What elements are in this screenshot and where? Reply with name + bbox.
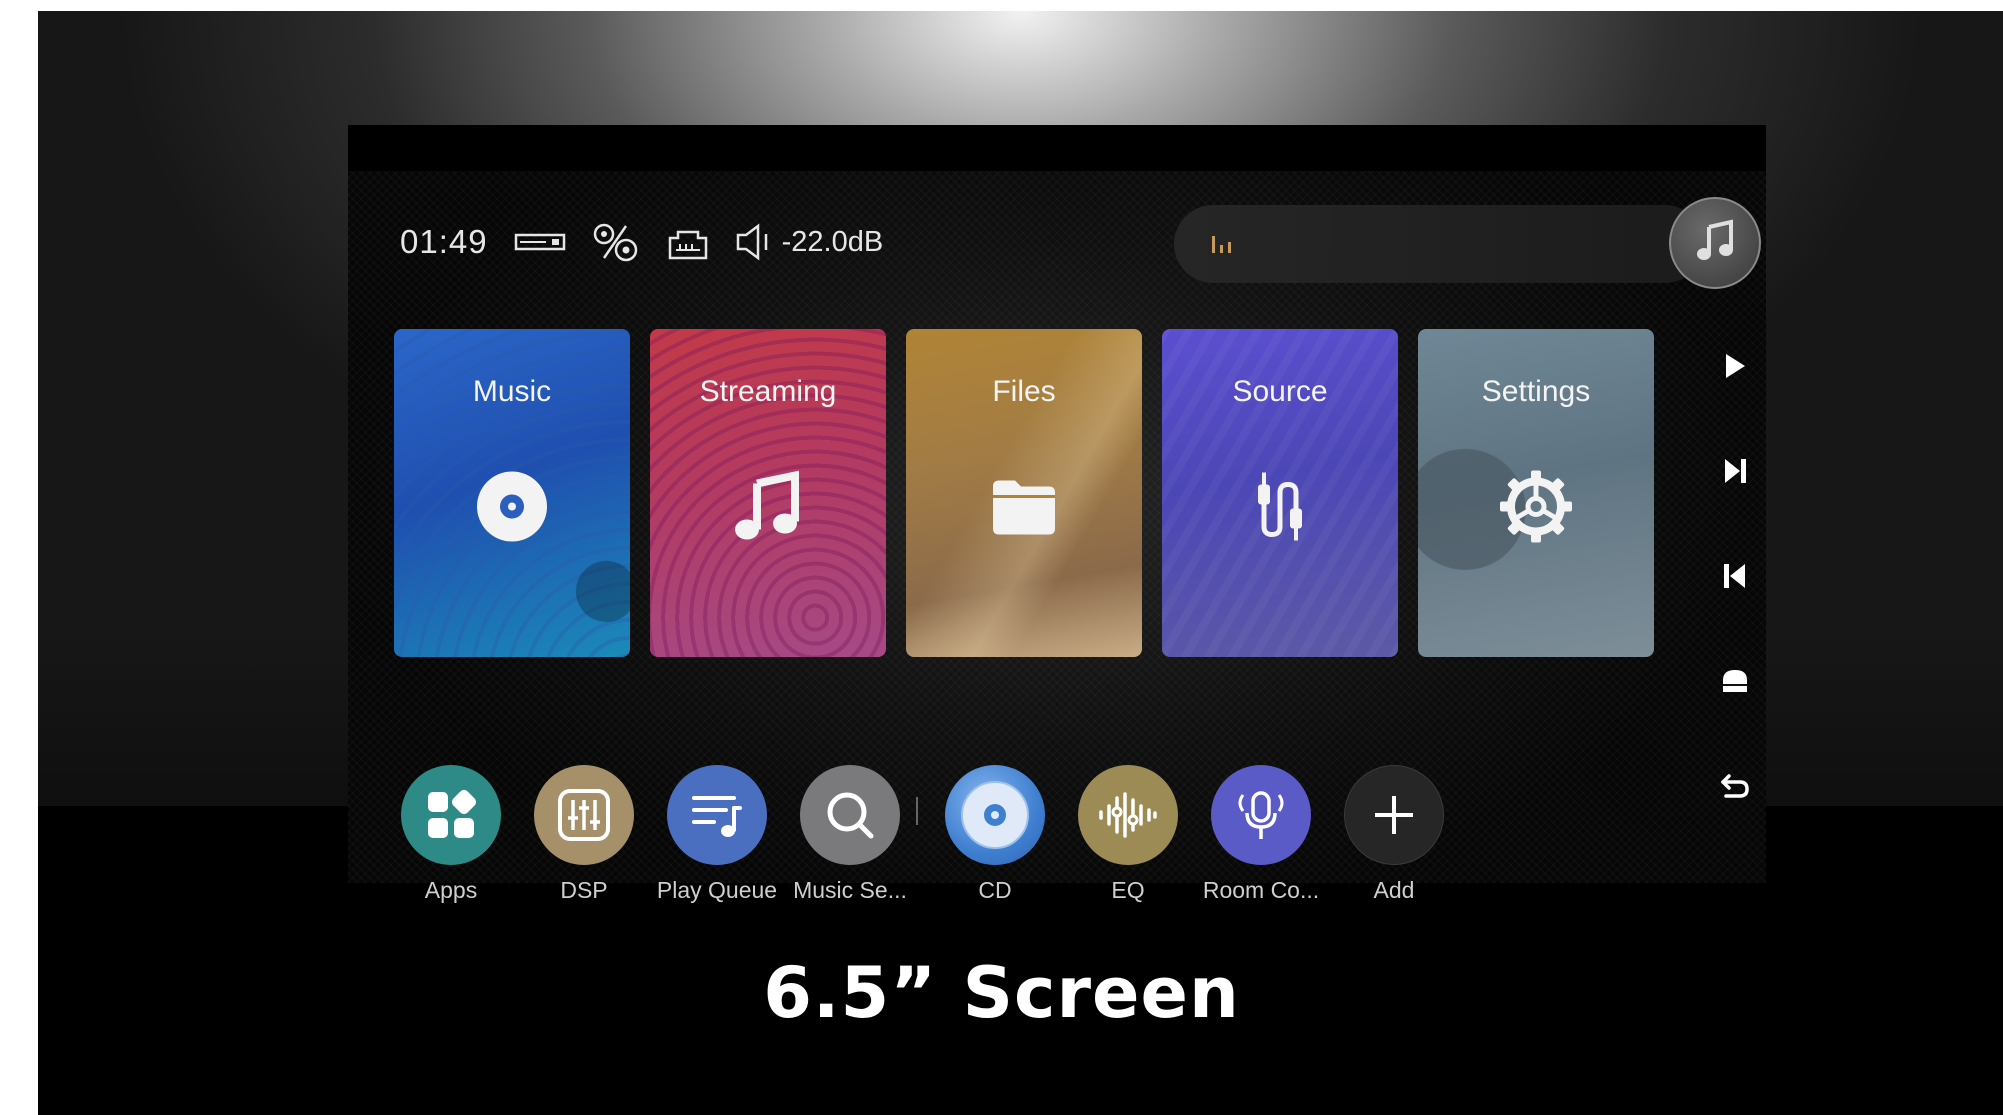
app-label: Add — [1373, 877, 1415, 903]
app-divider — [916, 797, 918, 825]
tile-streaming[interactable]: Streaming — [650, 329, 886, 657]
app-add[interactable]: Add — [1329, 765, 1459, 904]
sliders-icon — [534, 765, 634, 865]
app-label: Play Queue — [656, 877, 778, 903]
next-icon — [1723, 458, 1747, 489]
back-icon — [1720, 773, 1750, 804]
home-button[interactable] — [1708, 656, 1762, 710]
now-playing-button[interactable] — [1669, 197, 1761, 289]
play-button[interactable] — [1708, 341, 1762, 395]
app-music-search[interactable]: Music Se... — [785, 765, 915, 904]
tile-settings[interactable]: Settings — [1418, 329, 1654, 657]
tile-music[interactable]: Music — [394, 329, 630, 657]
app-label: Apps — [424, 877, 478, 903]
speaker-icon — [734, 222, 776, 262]
play-icon — [1724, 353, 1746, 384]
tile-label: Files — [992, 375, 1056, 408]
app-cd[interactable]: CD — [930, 765, 1060, 904]
previous-icon — [1723, 563, 1747, 594]
app-room-correction[interactable]: Room Co... — [1196, 765, 1326, 904]
tile-files[interactable]: Files — [906, 329, 1142, 657]
apps-grid-icon — [401, 765, 501, 865]
app-eq[interactable]: EQ — [1063, 765, 1193, 904]
network-icon — [664, 222, 712, 262]
next-button[interactable] — [1708, 446, 1762, 500]
now-playing-bar[interactable] — [1174, 205, 1704, 283]
playlist-icon — [667, 765, 767, 865]
tile-label: Settings — [1481, 375, 1591, 408]
music-note-icon — [1693, 218, 1737, 268]
app-label: EQ — [1111, 877, 1145, 903]
plus-icon — [1344, 765, 1444, 865]
app-apps[interactable]: Apps — [386, 765, 516, 904]
gear-icon — [1498, 469, 1574, 550]
digital-output-icon — [590, 220, 642, 264]
home-icon — [1721, 668, 1749, 699]
audio-level-icon — [1210, 233, 1234, 260]
app-dsp[interactable]: DSP — [519, 765, 649, 904]
cable-icon — [1248, 469, 1312, 550]
app-play-queue[interactable]: Play Queue — [652, 765, 782, 904]
folder-icon — [989, 477, 1059, 542]
previous-button[interactable] — [1708, 551, 1762, 605]
tile-label: Streaming — [699, 375, 837, 408]
product-caption: 6.5” Screen — [763, 952, 1240, 1034]
disc-icon — [475, 470, 549, 549]
usb-dac-icon — [514, 230, 568, 254]
app-label: Room Co... — [1202, 877, 1320, 903]
tile-label: Music — [472, 375, 552, 408]
app-label: DSP — [560, 877, 608, 903]
microphone-icon — [1211, 765, 1311, 865]
tile-label: Source — [1232, 375, 1328, 408]
status-bar: 01:49 -22.0dB — [400, 217, 883, 267]
volume-level: -22.0dB — [781, 225, 884, 258]
clock: 01:49 — [400, 223, 488, 260]
equalizer-icon — [1078, 765, 1178, 865]
device-screen: 01:49 -22.0dB Music Streaming Files Sour… — [348, 125, 1766, 925]
app-label: Music Se... — [793, 877, 907, 903]
back-button[interactable] — [1708, 761, 1762, 815]
tile-source[interactable]: Source — [1162, 329, 1398, 657]
app-label: CD — [978, 877, 1012, 903]
search-icon — [800, 765, 900, 865]
product-showcase: 01:49 -22.0dB Music Streaming Files Sour… — [38, 11, 2003, 1115]
cd-icon — [945, 765, 1045, 865]
music-note-icon — [733, 470, 803, 549]
